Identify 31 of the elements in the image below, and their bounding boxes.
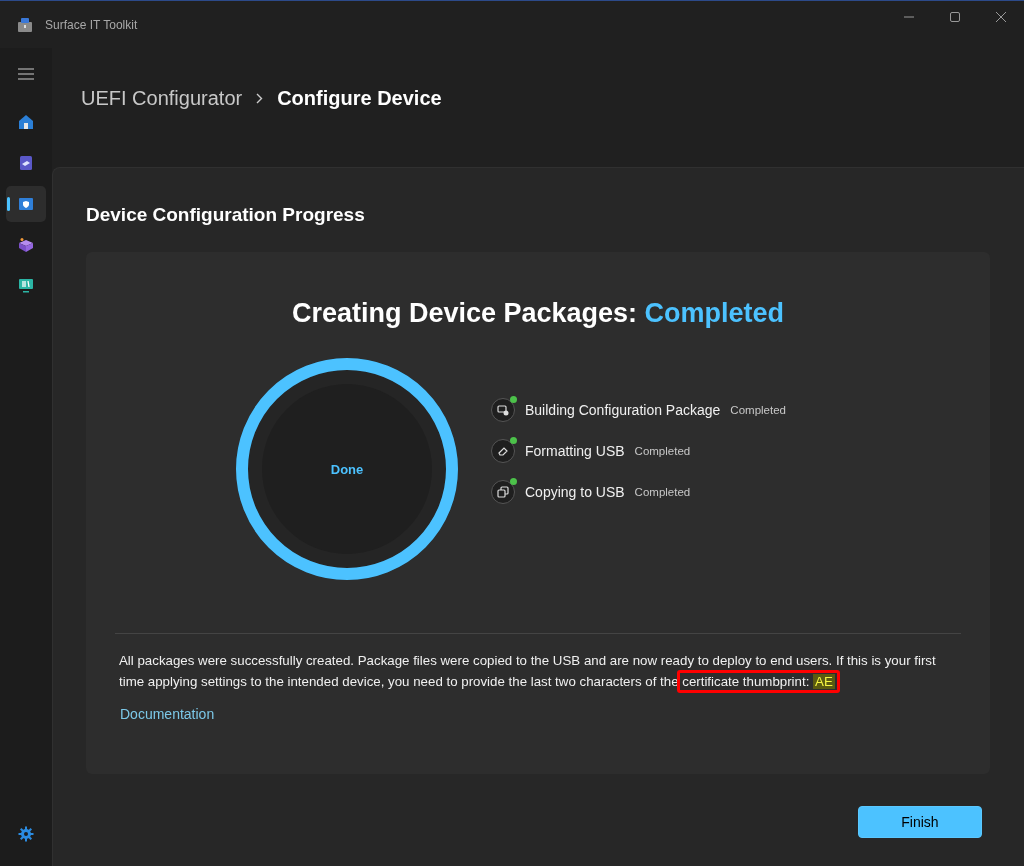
- shield-icon: [18, 196, 34, 212]
- progress-label: Done: [330, 461, 364, 477]
- status-heading: Creating Device Packages:: [291, 298, 638, 328]
- step-name: Copying to USB: [525, 484, 625, 500]
- step-icon: [491, 398, 515, 422]
- chevron-icon: [256, 93, 264, 104]
- message-text: All packages were successfully created. Package files were copied to the USB and are now ready to deploy to end users. If this is your first time applying settings to the intended device, you need to provide the last two characters of the certificate thumbprint: AE: [118, 652, 937, 691]
- toolbox-icon: [17, 17, 33, 33]
- breadcrumb-link[interactable]: UEFI Configurator: [81, 87, 243, 110]
- monitor-icon: [18, 278, 34, 294]
- maximize-icon: [950, 12, 960, 22]
- finish-button[interactable]: Finish: [858, 806, 982, 838]
- nav-item[interactable]: [6, 186, 46, 222]
- documentation-link[interactable]: Documentation: [115, 706, 215, 722]
- drive-icon: [18, 155, 34, 171]
- box-icon: [18, 237, 34, 253]
- window-title: Surface IT Toolkit: [45, 18, 138, 32]
- step-icon: [491, 439, 515, 463]
- step-name: Building Configuration Package: [525, 402, 721, 418]
- menu-icon: [18, 68, 34, 80]
- page-title: Configure Device: [277, 87, 442, 110]
- step-name: Formatting USB: [525, 443, 625, 459]
- step-status: Completed: [634, 445, 691, 457]
- section-title: Device Configuration Progress: [86, 204, 366, 226]
- step-status: Completed: [634, 486, 691, 498]
- close-icon: [996, 12, 1006, 22]
- step-icon: [491, 480, 515, 504]
- settings-icon: [18, 826, 34, 842]
- status-state: Completed: [644, 298, 785, 328]
- home-icon: [18, 114, 34, 130]
- step-status: Completed: [730, 404, 786, 416]
